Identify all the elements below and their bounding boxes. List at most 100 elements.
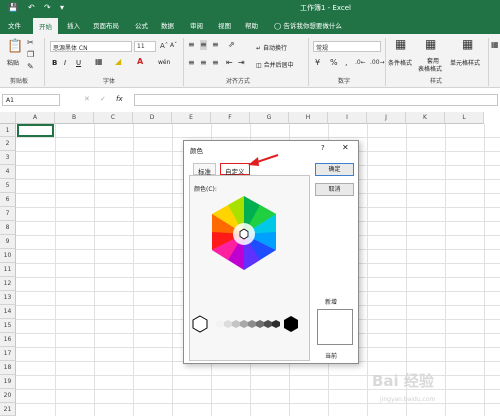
- color-hexagon-picker[interactable]: [190, 192, 311, 312]
- select-all-corner[interactable]: [0, 112, 16, 124]
- column-header[interactable]: I: [328, 112, 367, 124]
- row-header[interactable]: 1: [0, 124, 16, 137]
- row-header[interactable]: 3: [0, 151, 16, 165]
- bold-button[interactable]: B: [52, 59, 57, 67]
- row-header[interactable]: 13: [0, 291, 16, 305]
- conditional-format-icon[interactable]: ▦: [395, 38, 406, 50]
- selected-cell-a1[interactable]: [17, 124, 54, 137]
- cell-styles-button[interactable]: 单元格样式: [450, 58, 480, 67]
- insert-cells-icon[interactable]: ▦: [491, 40, 499, 50]
- tab-home[interactable]: 开始: [33, 18, 58, 34]
- column-header[interactable]: J: [367, 112, 406, 124]
- row-header[interactable]: 6: [0, 193, 16, 207]
- row-header[interactable]: 7: [0, 207, 16, 221]
- column-header[interactable]: A: [16, 112, 55, 124]
- row-header[interactable]: 9: [0, 235, 16, 249]
- insert-function-button[interactable]: fx: [116, 95, 123, 103]
- cancel-icon[interactable]: ✕: [84, 95, 90, 103]
- align-bottom-icon[interactable]: ≡: [212, 40, 219, 50]
- row-header[interactable]: 15: [0, 319, 16, 333]
- tab-data[interactable]: 数据: [161, 20, 174, 30]
- column-header[interactable]: B: [55, 112, 94, 124]
- merge-center-button[interactable]: ◫ 合并后居中: [256, 60, 294, 69]
- decrease-font-icon[interactable]: Aˇ: [170, 41, 177, 51]
- number-format-select[interactable]: 常规: [313, 41, 381, 52]
- row-header[interactable]: 18: [0, 361, 16, 375]
- row-header[interactable]: 20: [0, 389, 16, 403]
- row-header[interactable]: 4: [0, 165, 16, 179]
- percent-icon[interactable]: %: [330, 58, 338, 68]
- formula-input[interactable]: [134, 94, 498, 106]
- borders-icon[interactable]: ▦: [95, 57, 103, 67]
- font-color-icon[interactable]: A: [137, 57, 143, 67]
- row-header[interactable]: 21: [0, 403, 16, 416]
- row-header[interactable]: 16: [0, 333, 16, 347]
- align-left-icon[interactable]: ≡: [188, 58, 195, 68]
- tab-standard[interactable]: 标准: [193, 163, 216, 176]
- align-right-icon[interactable]: ≡: [212, 58, 219, 68]
- align-top-icon[interactable]: ≡: [188, 40, 195, 50]
- tab-file[interactable]: 文件: [8, 20, 21, 30]
- table-format-icon[interactable]: ▦: [425, 38, 436, 50]
- increase-decimal-icon[interactable]: .0←: [355, 58, 366, 68]
- font-name-select[interactable]: 思源黑体 CN: [50, 41, 132, 52]
- column-header[interactable]: D: [133, 112, 172, 124]
- column-header[interactable]: F: [211, 112, 250, 124]
- cut-icon[interactable]: ✂: [27, 38, 34, 48]
- column-header[interactable]: L: [445, 112, 484, 124]
- save-icon[interactable]: 💾: [8, 3, 18, 13]
- row-header[interactable]: 8: [0, 221, 16, 235]
- row-header[interactable]: 2: [0, 137, 16, 151]
- tab-review[interactable]: 审阅: [190, 20, 203, 30]
- orientation-icon[interactable]: ⇗: [228, 40, 235, 50]
- name-box[interactable]: A1: [2, 94, 60, 106]
- conditional-format-button[interactable]: 条件格式: [388, 58, 412, 67]
- row-header[interactable]: 12: [0, 277, 16, 291]
- redo-icon[interactable]: ↷: [44, 3, 51, 13]
- table-format-label-2[interactable]: 表格格式: [418, 64, 442, 73]
- customize-toolbar-icon[interactable]: ▾: [60, 3, 64, 13]
- row-header[interactable]: 11: [0, 263, 16, 277]
- enter-icon[interactable]: ✓: [100, 95, 106, 103]
- decrease-indent-icon[interactable]: ⇤: [226, 58, 233, 68]
- column-header[interactable]: G: [250, 112, 289, 124]
- paste-icon[interactable]: 📋: [7, 40, 23, 54]
- decrease-decimal-icon[interactable]: .00→: [370, 58, 385, 68]
- column-header[interactable]: E: [172, 112, 211, 124]
- close-button[interactable]: ✕: [342, 143, 349, 152]
- wrap-text-button[interactable]: ↵ 自动换行: [256, 43, 287, 52]
- column-header[interactable]: K: [406, 112, 445, 124]
- phonetic-button[interactable]: wén: [158, 59, 170, 66]
- align-center-icon[interactable]: ≡: [200, 58, 207, 68]
- column-header[interactable]: H: [289, 112, 328, 124]
- fill-color-icon[interactable]: ◢: [115, 57, 121, 67]
- tab-help[interactable]: 帮助: [245, 20, 258, 30]
- undo-icon[interactable]: ↶: [28, 3, 35, 13]
- comma-icon[interactable]: ,: [345, 58, 348, 68]
- row-header[interactable]: 14: [0, 305, 16, 319]
- grayscale-picker[interactable]: [190, 314, 311, 340]
- underline-button[interactable]: U: [76, 59, 81, 67]
- tell-me-box[interactable]: ◯ 告诉我你想要做什么: [274, 20, 342, 30]
- paste-label[interactable]: 粘贴: [7, 58, 19, 67]
- row-header[interactable]: 10: [0, 249, 16, 263]
- ok-button[interactable]: 确定: [315, 163, 354, 176]
- format-painter-icon[interactable]: ✎: [27, 62, 34, 72]
- cell-styles-icon[interactable]: ▦: [462, 38, 473, 50]
- tab-insert[interactable]: 插入: [67, 20, 80, 30]
- increase-indent-icon[interactable]: ⇥: [238, 58, 245, 68]
- copy-icon[interactable]: ❐: [27, 50, 34, 60]
- tab-view[interactable]: 视图: [218, 20, 231, 30]
- tab-formulas[interactable]: 公式: [135, 20, 148, 30]
- currency-icon[interactable]: ¥: [315, 58, 320, 68]
- font-size-select[interactable]: 11: [134, 41, 156, 52]
- cancel-button[interactable]: 取消: [315, 183, 354, 196]
- row-header[interactable]: 17: [0, 347, 16, 361]
- row-header[interactable]: 19: [0, 375, 16, 389]
- row-header[interactable]: 5: [0, 179, 16, 193]
- help-button[interactable]: ?: [321, 144, 325, 152]
- tab-page-layout[interactable]: 页面布局: [93, 20, 119, 30]
- increase-font-icon[interactable]: Aˆ: [160, 41, 168, 51]
- align-middle-icon[interactable]: ≡: [200, 40, 207, 50]
- column-header[interactable]: C: [94, 112, 133, 124]
